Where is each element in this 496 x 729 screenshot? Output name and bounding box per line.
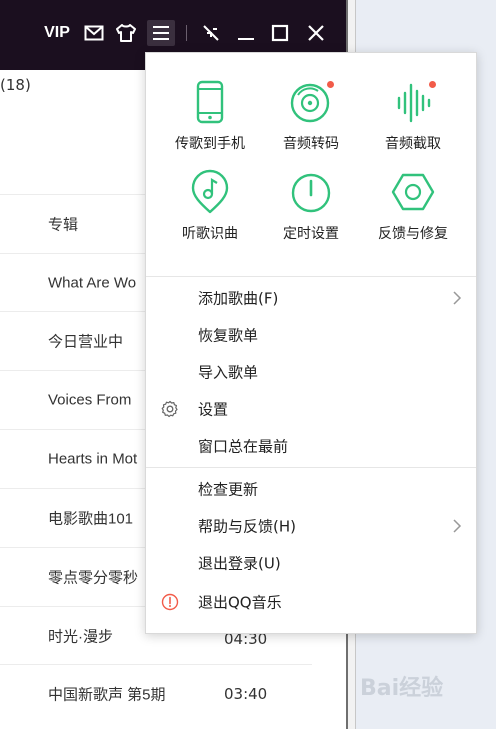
menu-item-always-on-top[interactable]: 窗口总在最前: [146, 428, 476, 464]
new-badge-dot: [327, 81, 334, 88]
album-cell[interactable]: Hearts in Mot: [48, 451, 137, 468]
send-to-phone-button[interactable]: 传歌到手机: [155, 79, 265, 164]
menu-item-settings[interactable]: 设置: [146, 391, 476, 427]
menu-item-label: 帮助与反馈(H): [198, 517, 296, 536]
duration-cell: 03:40: [224, 685, 268, 703]
main-menu-popup: 传歌到手机 音频转码 音频截取 听歌识曲 定时设置 反馈与修复 添加歌曲(F) …: [145, 52, 477, 634]
column-header-album[interactable]: 专辑: [48, 214, 78, 235]
close-icon[interactable]: [304, 20, 328, 46]
album-cell[interactable]: 中国新歌声 第5期: [48, 684, 166, 705]
menu-item-check-update[interactable]: 检查更新: [146, 471, 476, 507]
mini-mode-icon[interactable]: [198, 20, 224, 46]
waveform-icon: [390, 79, 436, 125]
chevron-right-icon: [453, 291, 462, 305]
music-recognize-button[interactable]: 听歌识曲: [155, 169, 265, 254]
menu-item-label: 退出登录(U): [198, 554, 281, 573]
menu-item-add-songs[interactable]: 添加歌曲(F): [146, 280, 476, 316]
menu-item-label: 设置: [198, 400, 229, 419]
exit-alert-icon: [161, 593, 179, 611]
menu-item-label: 检查更新: [198, 480, 259, 499]
album-cell[interactable]: 零点零分零秒: [48, 567, 138, 588]
grid-label: 传歌到手机: [175, 136, 245, 152]
menu-item-label: 恢复歌单: [198, 326, 259, 345]
menu-item-logout[interactable]: 退出登录(U): [146, 545, 476, 581]
vip-button[interactable]: VIP: [40, 20, 74, 46]
skin-icon[interactable]: [114, 20, 138, 46]
power-timer-icon: [288, 169, 334, 215]
grid-label: 音频转码: [283, 136, 339, 152]
grid-label: 定时设置: [283, 226, 339, 242]
watermark-logo: Bai经验: [360, 676, 444, 701]
menu-divider: [146, 467, 476, 468]
grid-label: 音频截取: [385, 136, 441, 152]
phone-icon: [187, 79, 233, 125]
disc-convert-icon: [288, 79, 334, 125]
menu-item-label: 导入歌单: [198, 363, 259, 382]
mail-icon[interactable]: [82, 20, 106, 46]
song-count: (18): [0, 76, 31, 94]
menu-item-quit[interactable]: 退出QQ音乐: [146, 584, 476, 620]
menu-divider: [146, 276, 476, 277]
audio-convert-button[interactable]: 音频转码: [256, 79, 366, 164]
music-recognize-icon: [187, 169, 233, 215]
gear-icon: [161, 400, 178, 418]
timer-setting-button[interactable]: 定时设置: [256, 169, 366, 254]
grid-label: 反馈与修复: [378, 226, 448, 242]
menu-item-label: 添加歌曲(F): [198, 289, 279, 308]
menu-item-label: 窗口总在最前: [198, 437, 289, 456]
titlebar-divider: [186, 25, 187, 41]
hexagon-repair-icon: [390, 169, 436, 215]
menu-icon[interactable]: [147, 20, 175, 46]
new-badge-dot: [429, 81, 436, 88]
menu-item-import-playlist[interactable]: 导入歌单: [146, 354, 476, 390]
audio-clip-button[interactable]: 音频截取: [358, 79, 468, 164]
grid-label: 听歌识曲: [182, 226, 238, 242]
minimize-icon[interactable]: [234, 20, 258, 46]
album-cell[interactable]: 今日营业中: [48, 331, 123, 352]
album-cell[interactable]: 时光·漫步: [48, 626, 113, 647]
album-cell[interactable]: 电影歌曲101: [48, 508, 133, 529]
chevron-right-icon: [453, 519, 462, 533]
maximize-icon[interactable]: [268, 20, 292, 46]
feedback-repair-button[interactable]: 反馈与修复: [358, 169, 468, 254]
menu-item-help-feedback[interactable]: 帮助与反馈(H): [146, 508, 476, 544]
table-row[interactable]: 中国新歌声 第5期 03:40: [0, 664, 312, 723]
menu-item-restore-playlist[interactable]: 恢复歌单: [146, 317, 476, 353]
album-cell[interactable]: Voices From: [48, 392, 131, 409]
menu-item-label: 退出QQ音乐: [198, 593, 282, 612]
album-cell[interactable]: What Are Wo: [48, 275, 136, 292]
